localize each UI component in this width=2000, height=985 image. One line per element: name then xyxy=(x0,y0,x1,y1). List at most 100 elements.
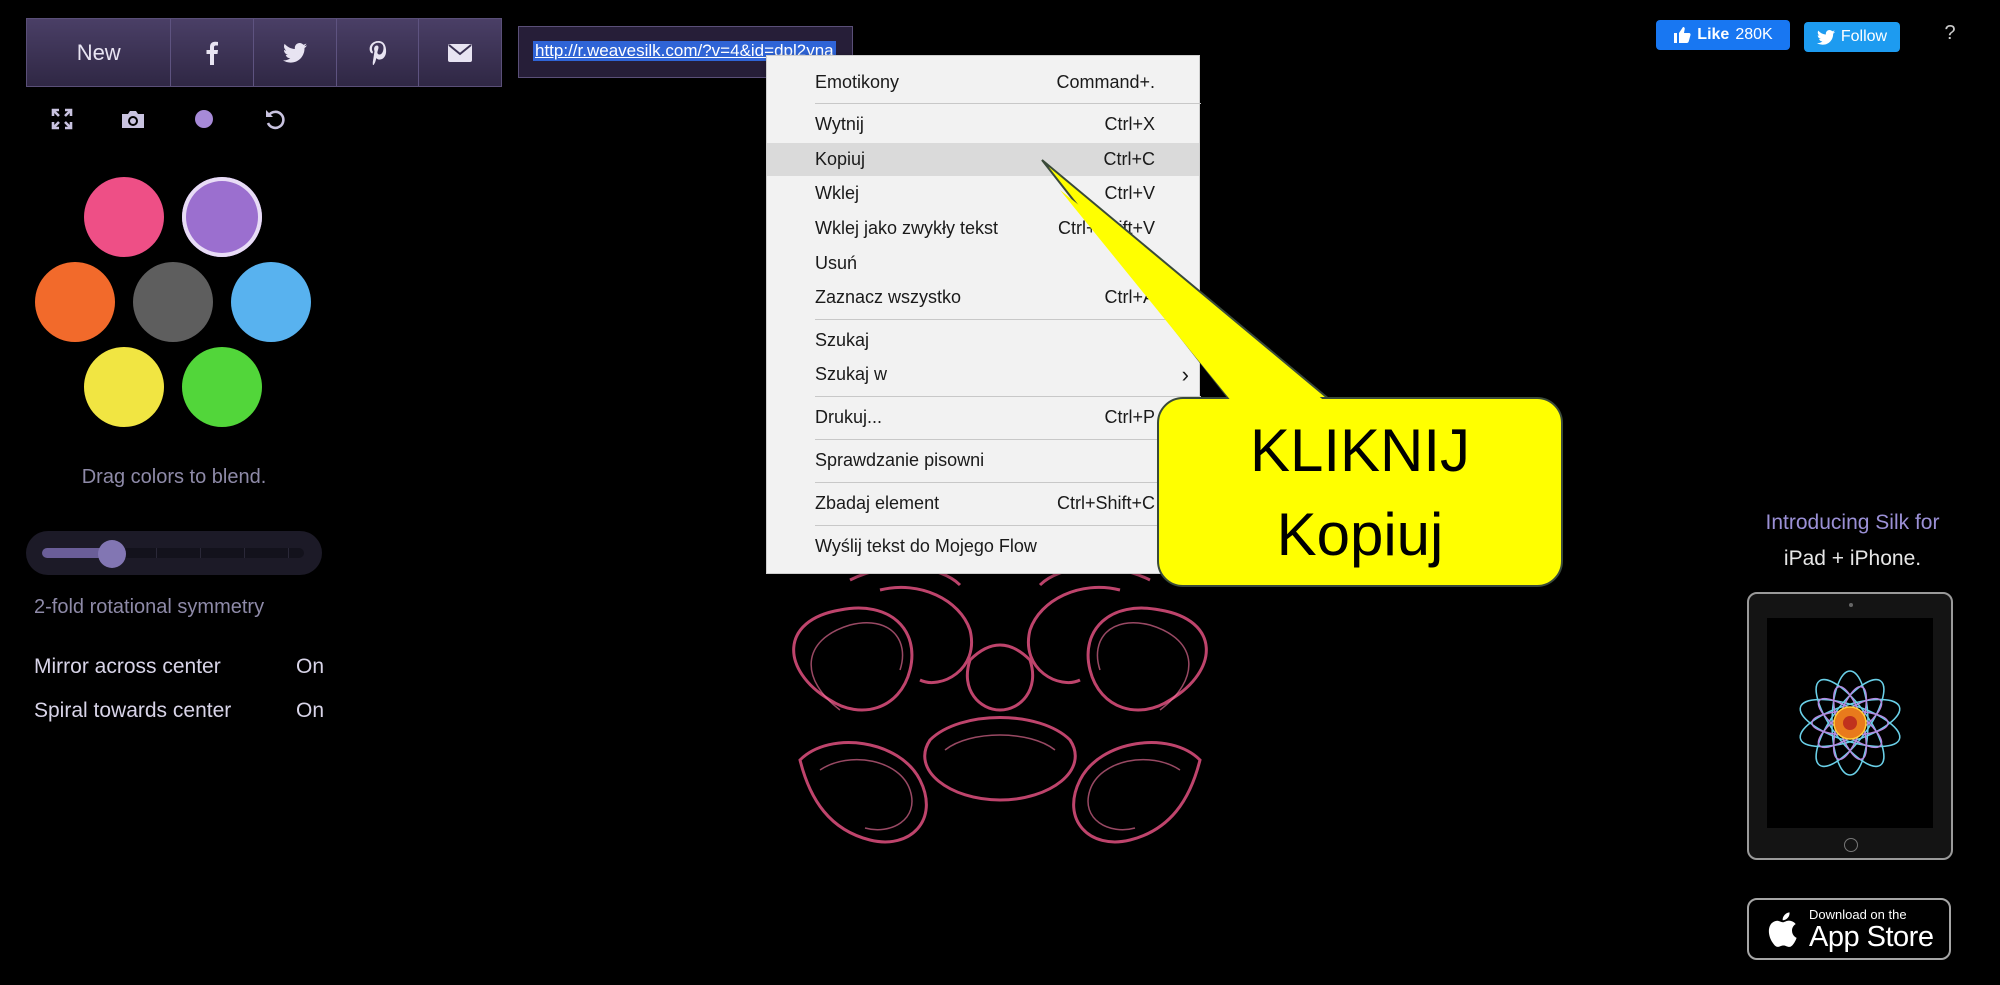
color-swatch-purple[interactable] xyxy=(182,177,262,257)
help-button[interactable]: ? xyxy=(1940,22,1960,52)
menu-item-wytnij[interactable]: Wytnij Ctrl+X xyxy=(767,108,1199,141)
facebook-share-button[interactable] xyxy=(171,19,255,86)
menu-item-shortcut: Ctrl+C xyxy=(1103,149,1155,169)
symmetry-slider[interactable] xyxy=(26,531,322,575)
like-count: 280K xyxy=(1735,26,1773,43)
menu-item-label: Zaznacz wszystko xyxy=(815,287,962,307)
tool-icons-row xyxy=(44,104,304,134)
color-swatch-green[interactable] xyxy=(182,347,262,427)
mirror-option[interactable]: Mirror across center On xyxy=(34,655,324,679)
undo-icon[interactable] xyxy=(260,104,290,134)
menu-item-sprawdzanie-pisowni[interactable]: Sprawdzanie pisowni xyxy=(767,444,1199,477)
menu-item-label: Wklej jako zwykły tekst xyxy=(815,218,999,238)
menu-item-drukuj[interactable]: Drukuj... Ctrl+P xyxy=(767,401,1199,434)
menu-item-kopiuj[interactable]: Kopiuj Ctrl+C xyxy=(767,143,1199,176)
app-store-small-text: Download on the xyxy=(1809,906,1907,922)
menu-item-szukaj[interactable]: Szukaj xyxy=(767,324,1199,357)
slider-tick xyxy=(244,548,245,558)
instruction-callout: KLIKNIJ Kopiuj xyxy=(1157,397,1563,587)
menu-separator xyxy=(815,396,1201,397)
menu-item-shortcut: Command+. xyxy=(1056,72,1155,92)
slider-tick xyxy=(156,548,157,558)
callout-line-1: KLIKNIJ xyxy=(1249,417,1471,484)
brush-size-icon[interactable] xyxy=(189,104,219,134)
pinterest-icon xyxy=(369,40,386,65)
submenu-arrow-icon: › xyxy=(1181,361,1189,387)
spiral-toggle[interactable]: On xyxy=(296,699,324,723)
ipad-home-button xyxy=(1844,838,1858,852)
menu-item-label: Zbadaj element xyxy=(815,493,940,513)
new-button[interactable]: New xyxy=(27,19,172,86)
menu-item-wklej[interactable]: Wklej Ctrl+V xyxy=(767,177,1199,210)
menu-separator xyxy=(815,439,1201,440)
menu-item-label: Wytnij xyxy=(815,114,864,134)
ipad-camera xyxy=(1849,603,1853,607)
menu-item-label: Szukaj w xyxy=(815,364,888,384)
menu-item-label: Wyślij tekst do Mojego Flow xyxy=(815,536,1037,556)
menu-item-label: Sprawdzanie pisowni xyxy=(815,450,985,470)
pinterest-share-button[interactable] xyxy=(337,19,420,86)
color-swatch-pink[interactable] xyxy=(84,177,164,257)
color-swatch-yellow[interactable] xyxy=(84,347,164,427)
color-swatch-gray[interactable] xyxy=(133,262,213,342)
twitter-icon xyxy=(282,42,307,63)
fullscreen-icon[interactable] xyxy=(47,104,77,134)
symmetry-label: 2-fold rotational symmetry xyxy=(34,596,265,618)
spiral-option[interactable]: Spiral towards center On xyxy=(34,699,324,723)
menu-item-label: Kopiuj xyxy=(815,149,866,169)
menu-item-usun[interactable]: Usuń xyxy=(767,247,1199,280)
facebook-icon xyxy=(206,41,219,65)
promo-line-1: Introducing Silk for xyxy=(1765,511,1940,534)
apple-icon xyxy=(1768,912,1797,947)
facebook-like-button[interactable]: Like 280K xyxy=(1656,20,1790,50)
follow-label: Follow xyxy=(1840,28,1888,45)
menu-separator xyxy=(815,525,1201,526)
menu-item-label: Wklej xyxy=(815,183,859,203)
ios-promo: Introducing Silk for iPad + iPhone. xyxy=(1735,505,1970,577)
app-store-badge[interactable]: Download on the App Store xyxy=(1747,898,1951,960)
like-label: Like xyxy=(1697,26,1730,43)
menu-item-label: Usuń xyxy=(815,253,858,273)
email-icon xyxy=(448,43,473,62)
menu-item-shortcut: Ctrl+V xyxy=(1104,183,1155,203)
menu-item-label: Emotikony xyxy=(815,72,900,92)
mirror-toggle[interactable]: On xyxy=(296,655,324,679)
twitter-follow-button[interactable]: Follow xyxy=(1804,22,1900,52)
menu-item-zaznacz-wszystko[interactable]: Zaznacz wszystko Ctrl+A xyxy=(767,281,1199,314)
menu-item-shortcut: Ctrl+A xyxy=(1104,287,1155,307)
twitter-bird-icon xyxy=(1816,29,1835,45)
menu-separator xyxy=(815,103,1201,104)
app-store-big-text: App Store xyxy=(1809,920,1934,953)
thumbs-up-icon xyxy=(1674,27,1691,43)
menu-separator xyxy=(815,482,1201,483)
menu-separator xyxy=(815,319,1201,320)
menu-item-szukaj-w[interactable]: Szukaj w › xyxy=(767,358,1199,391)
twitter-share-button[interactable] xyxy=(254,19,337,86)
blend-hint: Drag colors to blend. xyxy=(81,466,267,488)
email-share-button[interactable] xyxy=(419,19,501,86)
menu-item-wyslij-flow[interactable]: Wyślij tekst do Mojego Flow xyxy=(767,530,1199,563)
silk-artwork[interactable] xyxy=(770,560,1230,860)
promo-line-2: iPad + iPhone. xyxy=(1783,547,1922,570)
color-swatch-orange[interactable] xyxy=(35,262,115,342)
callout-line-2: Kopiuj xyxy=(1276,501,1444,568)
menu-item-shortcut: Ctrl+Shift+C xyxy=(1056,493,1155,513)
slider-tick xyxy=(200,548,201,558)
slider-thumb[interactable] xyxy=(98,540,126,568)
camera-icon[interactable] xyxy=(118,104,148,134)
app-store-text: Download on the App Store xyxy=(1809,906,1934,953)
share-toolbar: New xyxy=(26,18,502,87)
menu-item-shortcut: Ctrl+X xyxy=(1104,114,1155,134)
ipad-screen xyxy=(1767,618,1933,828)
menu-item-label: Drukuj... xyxy=(815,407,883,427)
menu-item-shortcut: Ctrl+Shift+V xyxy=(1057,218,1155,238)
spiral-label: Spiral towards center xyxy=(34,699,232,722)
slider-tick xyxy=(288,548,289,558)
menu-item-wklej-zwykly[interactable]: Wklej jako zwykły tekst Ctrl+Shift+V xyxy=(767,212,1199,245)
mirror-label: Mirror across center xyxy=(34,655,221,678)
menu-item-shortcut: Ctrl+P xyxy=(1104,407,1155,427)
ipad-image[interactable] xyxy=(1747,592,1953,860)
menu-item-emotikony[interactable]: Emotikony Command+. xyxy=(767,66,1199,99)
menu-item-zbadaj-element[interactable]: Zbadaj element Ctrl+Shift+C xyxy=(767,487,1199,520)
color-swatch-blue[interactable] xyxy=(231,262,311,342)
